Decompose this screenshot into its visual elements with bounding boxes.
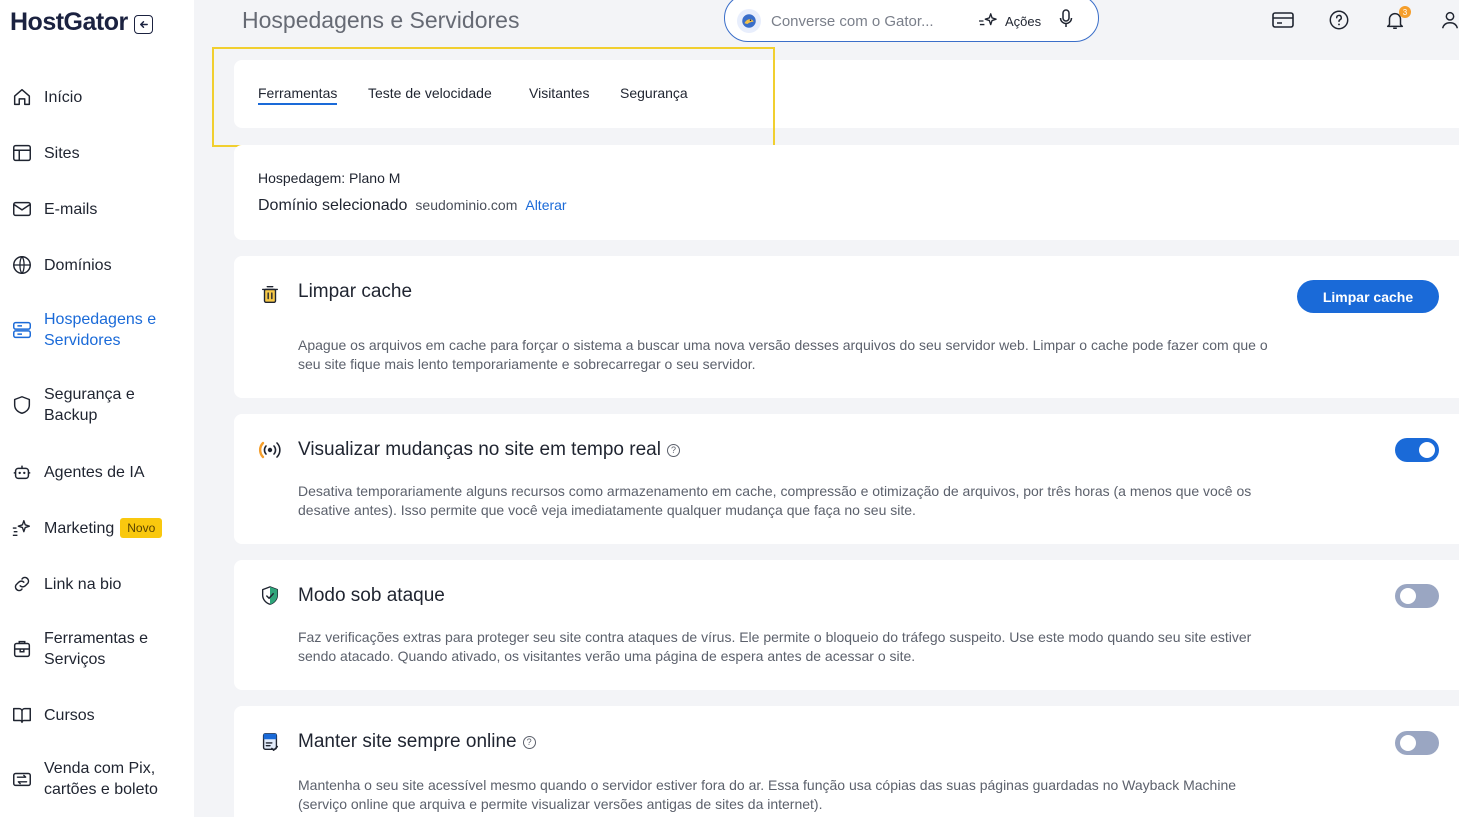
feature-title-text: Limpar cache: [298, 281, 413, 302]
hostgator-logo[interactable]: HostGator: [10, 8, 128, 37]
change-domain-link[interactable]: Alterar: [525, 197, 566, 213]
domain-label: Domínio selecionado: [258, 197, 408, 214]
sidebar-item-label: Segurança e Backup: [44, 386, 135, 424]
feature-description: Desativa temporariamente alguns recursos…: [298, 483, 1252, 518]
hosting-plan: Hospedagem: Plano M: [258, 170, 401, 186]
sidebar-item-emails[interactable]: E-mails: [10, 197, 188, 221]
help-circle-icon[interactable]: [1327, 8, 1351, 32]
feature-card-live-changes: Visualizar mudanças no site em tempo rea…: [234, 414, 1459, 544]
clear-cache-button[interactable]: Limpar cache: [1297, 280, 1439, 313]
sidebar-item-label: Ferramentas e Serviços: [44, 630, 149, 668]
under-attack-toggle[interactable]: [1395, 584, 1439, 608]
sparkle-icon: [979, 13, 997, 26]
feature-description: Faz verificações extras para proteger se…: [298, 629, 1252, 664]
broadcast-icon: [258, 438, 282, 462]
feature-title-text: Visualizar mudanças no site em tempo rea…: [298, 439, 661, 460]
sparkle-icon: [10, 516, 34, 540]
sidebar-item-label: E-mails: [44, 200, 98, 218]
mail-icon: [10, 197, 34, 221]
globe-icon: [10, 253, 34, 277]
toggle-knob: [1400, 588, 1416, 604]
feature-title-text: Modo sob ataque: [298, 585, 445, 606]
user-icon[interactable]: [1438, 8, 1459, 32]
home-icon: [10, 85, 34, 109]
tabs-highlight-frame: [212, 47, 775, 147]
sidebar-item-label: Venda com Pix, cartões e boleto: [44, 760, 158, 798]
feature-card-clear-cache: Limpar cache Apague os arquivos em cache…: [234, 256, 1459, 398]
server-icon: [10, 318, 34, 342]
microphone-icon[interactable]: [1059, 9, 1073, 33]
book-icon: [10, 703, 34, 727]
sidebar-item-label: Hospedagens e Servidores: [44, 311, 157, 349]
feature-description: Apague os arquivos em cache para forçar …: [298, 337, 1268, 372]
sidebar-item-label: Link na bio: [44, 575, 122, 593]
domain-value: seudominio.com: [415, 197, 518, 213]
gator-chat-bar[interactable]: Converse com o Gator... Ações: [724, 0, 1099, 42]
document-check-icon: [258, 730, 282, 754]
feature-title-text: Manter site sempre online: [298, 731, 517, 752]
logo-row: HostGator: [10, 8, 153, 37]
new-badge: Novo: [120, 518, 163, 538]
sidebar-item-label: Sites: [44, 144, 80, 162]
sidebar-item-inicio[interactable]: Início: [10, 85, 188, 109]
hosting-info-card: Hospedagem: Plano M Domínio selecionado …: [234, 145, 1459, 240]
feature-card-under-attack: Modo sob ataque Faz verificações extras …: [234, 560, 1459, 690]
gator-avatar-icon: [737, 9, 761, 33]
sidebar-item-marketing[interactable]: Marketing Novo: [10, 516, 188, 540]
selected-domain-row: Domínio selecionado seudominio.com Alter…: [258, 197, 567, 215]
shield-icon: [10, 393, 34, 417]
toggle-knob: [1400, 735, 1416, 751]
layout-icon: [10, 141, 34, 165]
link-icon: [10, 572, 34, 596]
sidebar-item-cursos[interactable]: Cursos: [10, 703, 188, 727]
bell-icon[interactable]: 3: [1383, 6, 1411, 32]
sidebar-item-venda-pix[interactable]: Venda com Pix, cartões e boleto: [10, 758, 188, 800]
help-icon[interactable]: ?: [522, 735, 536, 749]
sidebar: HostGator Início Sites E-mails Domínios …: [0, 0, 194, 817]
sidebar-item-sites[interactable]: Sites: [10, 141, 188, 165]
notification-count: 3: [1399, 6, 1411, 18]
sidebar-item-label: Início: [44, 88, 83, 106]
tools-icon: [10, 637, 34, 661]
sidebar-item-label: Agentes de IA: [44, 463, 145, 481]
help-icon[interactable]: ?: [666, 443, 680, 457]
sidebar-item-link-bio[interactable]: Link na bio: [10, 572, 188, 596]
trash-icon: [258, 282, 282, 306]
feature-description: Mantenha o seu site acessível mesmo quan…: [298, 777, 1237, 812]
shield-check-icon: [258, 584, 282, 608]
collapse-sidebar-icon[interactable]: [133, 14, 153, 34]
actions-label: Ações: [1005, 13, 1042, 29]
sidebar-item-label: Cursos: [44, 706, 95, 724]
sidebar-item-label: Domínios: [44, 256, 112, 274]
feature-title: Visualizar mudanças no site em tempo rea…: [298, 439, 680, 461]
live-changes-toggle[interactable]: [1395, 438, 1439, 462]
toggle-knob: [1419, 442, 1435, 458]
gator-chat-input[interactable]: Converse com o Gator...: [771, 13, 959, 30]
sidebar-item-dominios[interactable]: Domínios: [10, 253, 188, 277]
feature-title: Manter site sempre online?: [298, 731, 536, 753]
feature-title: Modo sob ataque: [298, 585, 445, 607]
actions-button[interactable]: Ações: [977, 12, 1041, 30]
robot-icon: [10, 460, 34, 484]
exchange-icon: [10, 767, 34, 791]
sidebar-item-agentes[interactable]: Agentes de IA: [10, 460, 188, 484]
sidebar-item-label: Marketing: [44, 519, 115, 537]
sidebar-item-ferramentas[interactable]: Ferramentas e Serviços: [10, 628, 188, 670]
always-online-toggle[interactable]: [1395, 731, 1439, 755]
sidebar-item-seguranca[interactable]: Segurança e Backup: [10, 384, 188, 426]
page-title: Hospedagens e Servidores: [242, 7, 520, 33]
feature-card-always-online: Manter site sempre online? Mantenha o se…: [234, 706, 1459, 817]
feature-title: Limpar cache: [298, 281, 412, 303]
sidebar-item-hospedagens[interactable]: Hospedagens e Servidores: [10, 309, 188, 351]
billing-card-icon[interactable]: [1271, 8, 1295, 32]
